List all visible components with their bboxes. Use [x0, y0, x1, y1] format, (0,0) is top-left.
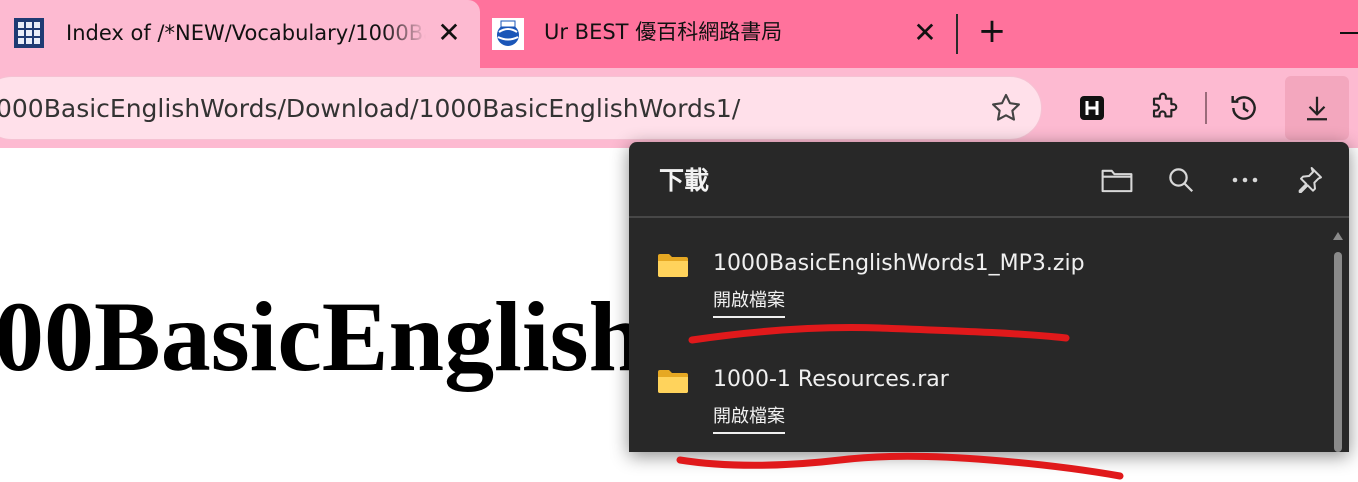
directory-grid-icon: [14, 18, 44, 48]
download-file-name: 1000BasicEnglishWords1_MP3.zip: [713, 251, 1085, 276]
downloads-button[interactable]: [1285, 76, 1349, 140]
tab-divider: [956, 14, 958, 54]
folder-icon[interactable]: [1099, 162, 1135, 198]
download-item[interactable]: 1000-1 Resources.rar 開啟檔案: [629, 356, 1329, 452]
minimize-window-icon[interactable]: [1340, 32, 1358, 34]
more-icon[interactable]: [1227, 162, 1263, 198]
history-clock-icon[interactable]: [1222, 86, 1266, 130]
close-tab-icon[interactable]: ✕: [434, 18, 464, 48]
folder-icon: [658, 370, 688, 393]
downloads-panel-header: 下載: [629, 142, 1349, 218]
close-tab-icon[interactable]: ✕: [910, 18, 940, 48]
download-arrow-icon: [1307, 96, 1327, 121]
pin-icon[interactable]: [1291, 162, 1327, 198]
favorite-star-icon[interactable]: [984, 86, 1028, 130]
red-underline-annotation: [676, 452, 1124, 480]
h-extension-icon[interactable]: [1070, 86, 1114, 130]
address-url[interactable]: 000BasicEnglishWords/Download/1000BasicE…: [0, 91, 956, 127]
extensions-puzzle-icon[interactable]: [1142, 86, 1186, 130]
tab-title-urbest[interactable]: Ur BEST 優百科網路書局: [544, 17, 904, 47]
download-file-name: 1000-1 Resources.rar: [713, 367, 949, 392]
downloads-scrollbar[interactable]: [1333, 232, 1343, 452]
downloads-panel: 下載 1000BasicEnglishWords1_MP3.zip 開啟檔案 1…: [629, 142, 1349, 452]
scrollbar-thumb[interactable]: [1334, 252, 1342, 452]
new-tab-plus-icon[interactable]: +: [974, 14, 1010, 50]
search-icon[interactable]: [1163, 162, 1199, 198]
folder-icon: [658, 254, 688, 277]
downloads-title: 下載: [659, 166, 710, 195]
scroll-up-arrow-icon[interactable]: [1333, 232, 1343, 240]
ur-best-globe-icon: [492, 18, 524, 50]
open-file-link[interactable]: 開啟檔案: [713, 286, 785, 318]
tab-strip: Index of /*NEW/Vocabulary/1000BasicEngli…: [0, 0, 1358, 68]
download-item[interactable]: 1000BasicEnglishWords1_MP3.zip 開啟檔案: [629, 240, 1329, 350]
toolbar-separator: [1205, 92, 1207, 124]
tab-title-index[interactable]: Index of /*NEW/Vocabulary/1000BasicEngli…: [66, 18, 426, 48]
tab-strip-fill: [480, 56, 1358, 68]
open-file-link[interactable]: 開啟檔案: [713, 402, 785, 434]
